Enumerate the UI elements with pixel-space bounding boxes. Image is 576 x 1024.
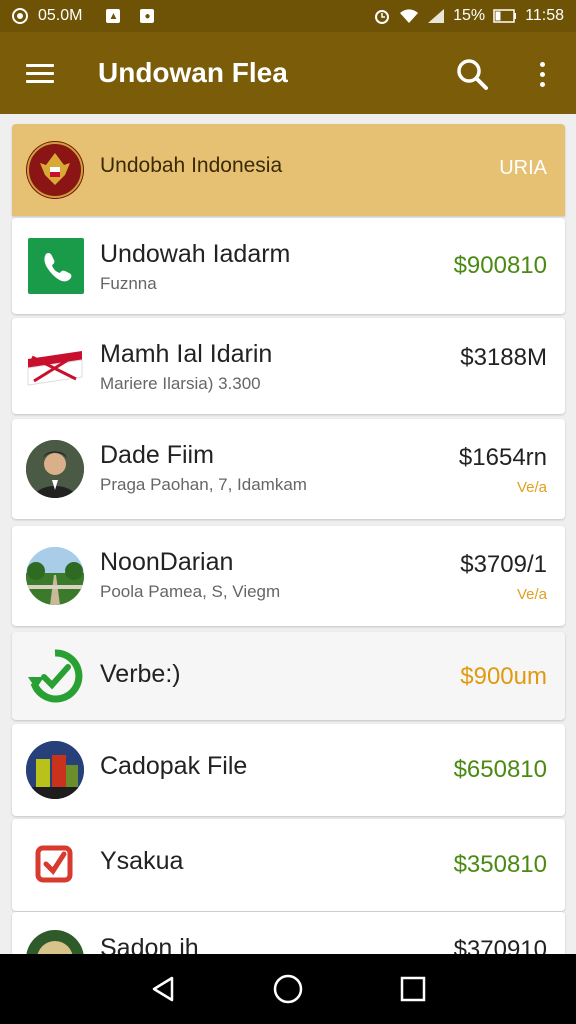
refresh-check-icon (26, 647, 84, 705)
status-bar: 05.0M ▲ ● 15% 11:58 (0, 0, 576, 32)
list-item[interactable]: Cadopak File $650810 (12, 724, 565, 816)
status-left-text: 05.0M (38, 7, 83, 24)
hamburger-menu-icon[interactable] (26, 58, 66, 88)
list-item-badge: Ve/a (516, 586, 547, 603)
alarm-icon (373, 7, 391, 25)
list-item[interactable]: Dade Fiim Praga Paohan, 7, Idamkam $1654… (12, 419, 565, 519)
list-item-amount: URIA (499, 157, 547, 179)
list-item-subtitle: Fuznna (100, 274, 157, 293)
list-item[interactable]: Ysakua $350810 (12, 819, 565, 911)
list-item-name: Undobah Indonesia (100, 154, 283, 177)
list-item-amount: $350810 (453, 851, 547, 878)
back-triangle-icon[interactable] (143, 969, 183, 1009)
circle-badge-icon (12, 8, 28, 24)
emblem-icon (26, 141, 84, 199)
list-item-name: Undowah Iadarm (100, 240, 291, 268)
list-item-name: Dade Fiim (100, 441, 214, 469)
battery-icon (493, 9, 517, 23)
list-item-name: Cadopak File (100, 752, 248, 780)
emblem-avatar (26, 930, 84, 954)
list-item-amount: $900810 (453, 252, 547, 279)
list-item-amount: $3188M (460, 344, 547, 371)
list-item-name: Ysakua (100, 847, 184, 875)
app-title: Undowan Flea (98, 57, 288, 88)
app-bar: Undowan Flea (0, 32, 576, 114)
account-list: Undobah Indonesia URIA Undowah Iadarm Fu… (0, 114, 576, 954)
phone-app-icon (28, 238, 84, 294)
status-time: 11:58 (525, 7, 564, 24)
list-item-subtitle: Poola Pamea, S, Viegm (100, 582, 281, 601)
list-item-amount: $1654rn (458, 444, 547, 471)
wifi-icon (399, 8, 419, 24)
list-item[interactable]: NoonDarian Poola Pamea, S, Viegm $3709/1… (12, 526, 565, 626)
list-item[interactable]: Undowah Iadarm Fuznna $900810 (12, 218, 565, 314)
list-item-name: Verbe:) (100, 660, 181, 688)
list-item-header[interactable]: Undobah Indonesia URIA (12, 124, 565, 216)
list-item-amount: $3709/1 (460, 551, 547, 578)
list-item-amount: $650810 (453, 756, 547, 783)
list-item-name: NoonDarian (100, 548, 234, 576)
flag-icon (26, 337, 84, 395)
list-item[interactable]: Mamh Ial Idarin Mariere Ilarsia) 3.300 $… (12, 318, 565, 414)
list-item-badge: Ve/a (516, 479, 547, 496)
cans-photo-avatar (26, 741, 84, 799)
person-avatar (26, 440, 84, 498)
list-item-subtitle: Praga Paohan, 7, Idamkam (100, 475, 307, 494)
list-item-amount: $900um (460, 663, 547, 690)
photo-icon: ▲ (106, 9, 121, 23)
system-nav-bar (0, 954, 576, 1024)
message-icon: ● (140, 9, 155, 23)
battery-percent: 15% (453, 7, 486, 24)
signal-icon (427, 8, 445, 24)
list-item[interactable]: Sadon ih $370910 (12, 912, 565, 954)
road-photo-avatar (26, 547, 84, 605)
recents-square-icon[interactable] (393, 969, 433, 1009)
list-item-subtitle: Mariere Ilarsia) 3.300 (100, 374, 261, 393)
home-circle-icon[interactable] (268, 969, 308, 1009)
list-item[interactable]: Verbe:) $900um (12, 632, 565, 720)
search-icon[interactable] (454, 56, 490, 92)
list-item-name: Mamh Ial Idarin (100, 340, 273, 368)
check-box-icon (26, 836, 84, 894)
more-vert-icon[interactable] (530, 56, 554, 92)
list-item-name: Sadon ih (100, 934, 199, 954)
list-item-amount: $370910 (453, 936, 547, 954)
